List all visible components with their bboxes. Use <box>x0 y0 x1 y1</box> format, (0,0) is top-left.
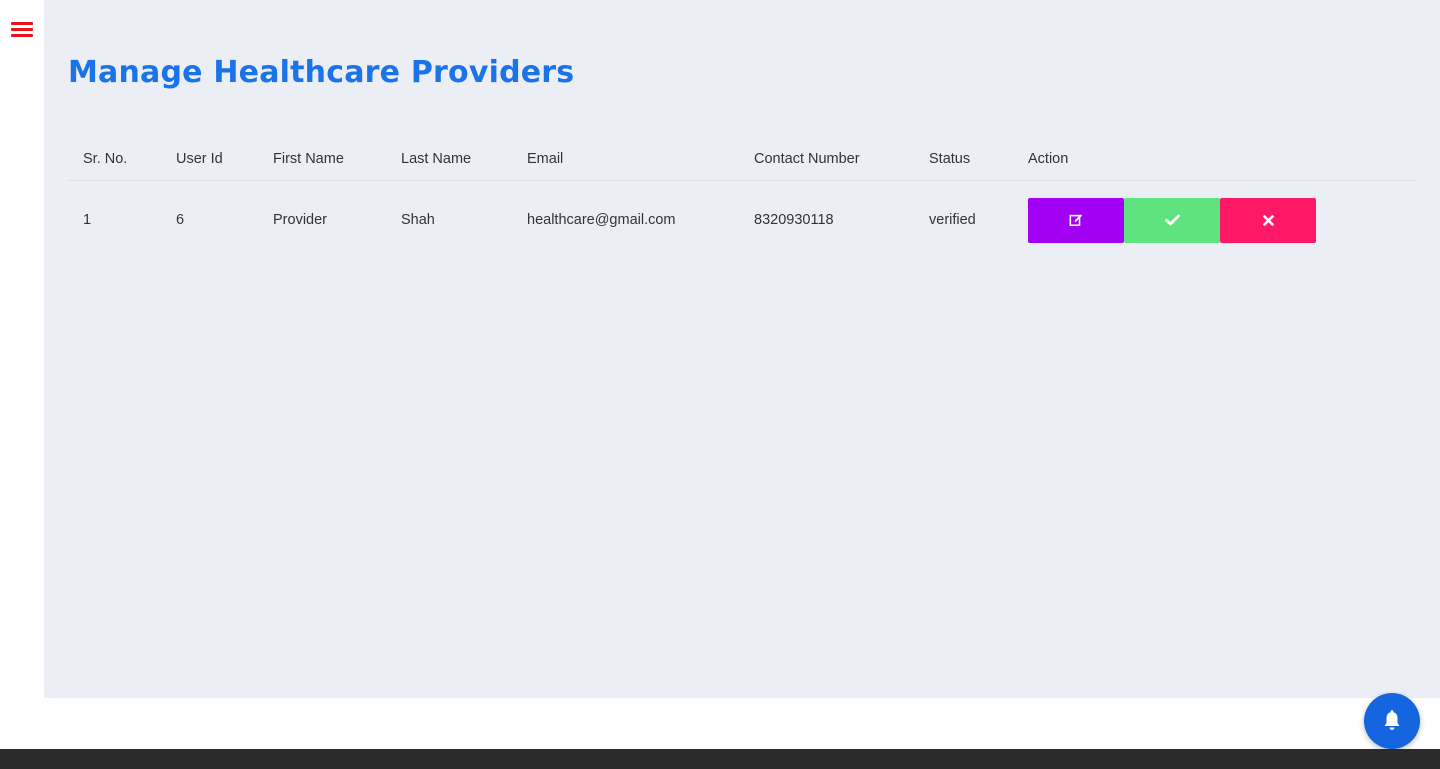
header-user-id: User Id <box>161 138 258 181</box>
providers-table: Sr. No. User Id First Name Last Name Ema… <box>68 138 1416 260</box>
reject-button[interactable] <box>1220 197 1316 243</box>
cell-last-name: Shah <box>401 212 435 229</box>
header-contact-number: Contact Number <box>739 138 914 181</box>
table-row: 1 6 Provider Shah healthcare@gmail.com 8… <box>68 180 1416 260</box>
check-icon <box>1164 214 1180 226</box>
header-email: Email <box>512 138 739 181</box>
page-title: Manage Healthcare Providers <box>68 55 575 90</box>
cell-actions <box>1013 180 1416 260</box>
bell-icon <box>1384 710 1400 730</box>
table-header-row: Sr. No. User Id First Name Last Name Ema… <box>68 138 1416 181</box>
edit-button[interactable] <box>1028 197 1124 243</box>
cell-sr-no: 1 <box>83 212 92 229</box>
sidebar <box>0 0 44 698</box>
action-buttons <box>1028 197 1401 243</box>
header-first-name: First Name <box>258 138 386 181</box>
header-action: Action <box>1013 138 1416 181</box>
edit-icon <box>1069 214 1083 227</box>
cell-user-id: 6 <box>176 212 185 229</box>
hamburger-menu-icon[interactable] <box>11 22 33 38</box>
cell-contact-number: 8320930118 <box>754 212 834 229</box>
header-sr-no: Sr. No. <box>68 138 161 181</box>
main-content: Manage Healthcare Providers Sr. No. User… <box>44 0 1440 698</box>
notification-button[interactable] <box>1364 693 1420 749</box>
close-icon <box>1262 214 1274 226</box>
footer <box>0 749 1440 769</box>
header-status: Status <box>914 138 1013 181</box>
cell-email: healthcare@gmail.com <box>527 212 676 229</box>
header-last-name: Last Name <box>386 138 512 181</box>
approve-button[interactable] <box>1124 197 1220 243</box>
cell-status: verified <box>929 212 976 229</box>
cell-first-name: Provider <box>273 212 327 229</box>
